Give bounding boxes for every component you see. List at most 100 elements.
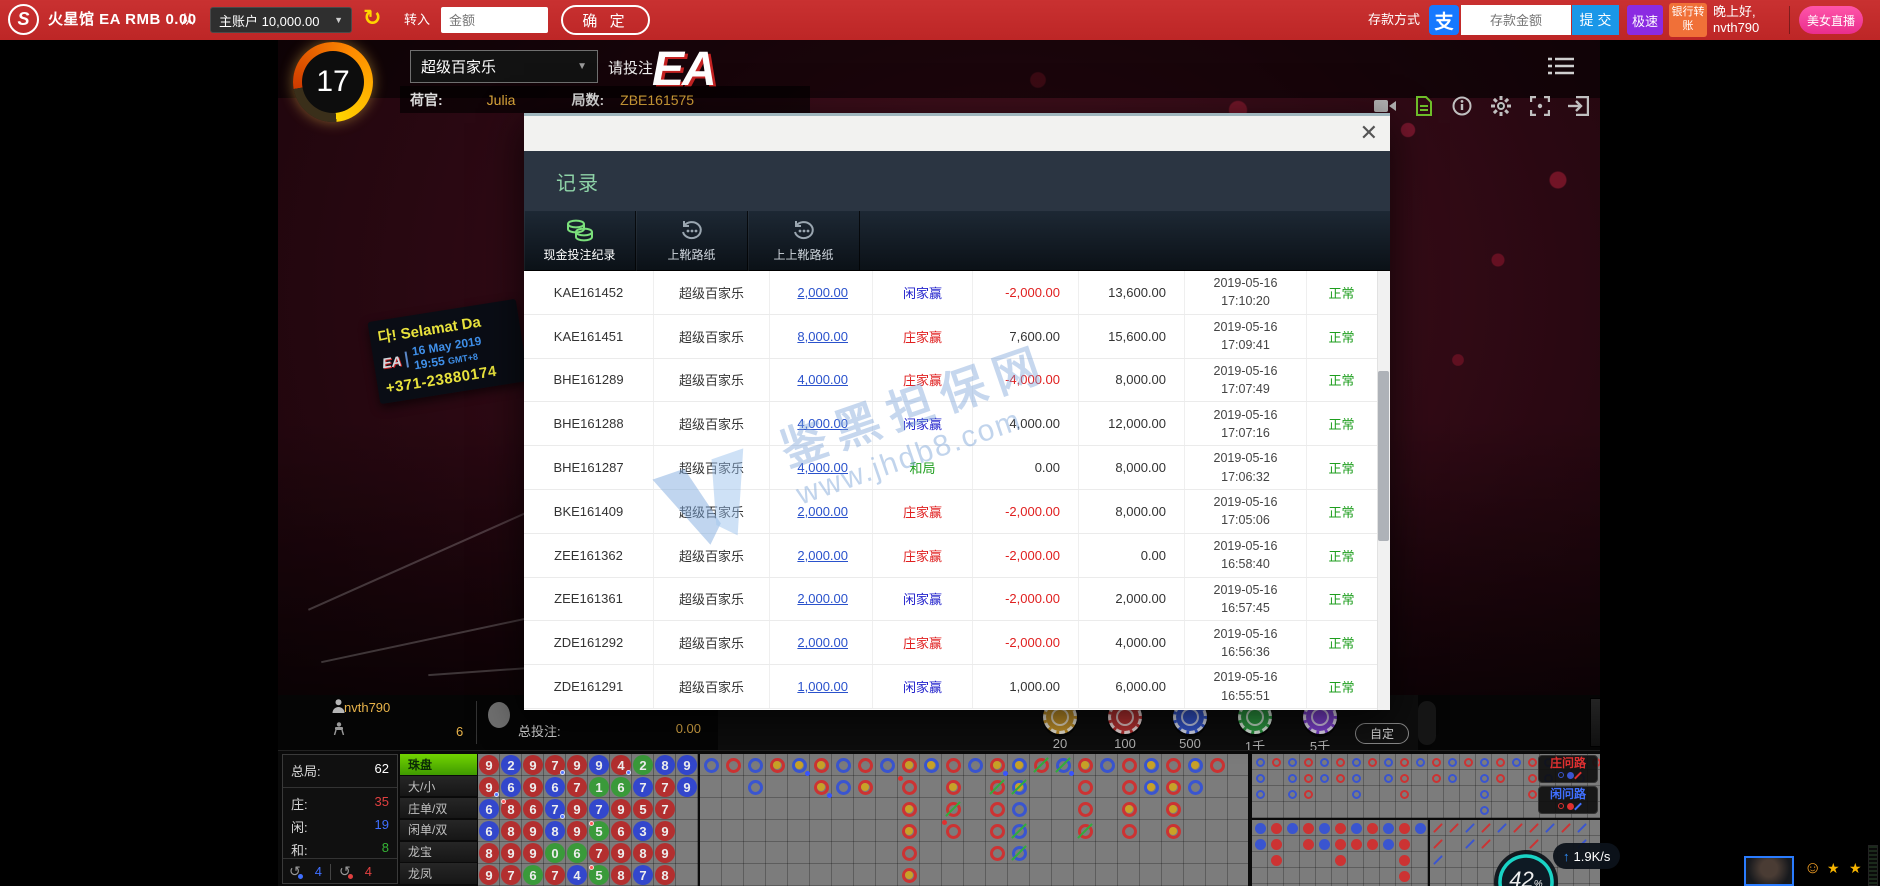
bead-cell: 9 <box>588 754 610 776</box>
settings-gear-icon[interactable] <box>1490 96 1512 116</box>
road-mark <box>1352 758 1361 767</box>
exit-table-icon[interactable] <box>1567 96 1589 116</box>
alipay-icon[interactable]: 支 <box>1429 5 1459 35</box>
menu-list-icon[interactable] <box>1548 56 1574 76</box>
confirm-bet-button[interactable]: ✔ <box>1590 698 1600 747</box>
deposit-amount-input[interactable] <box>1461 5 1571 35</box>
small-road-column <box>1380 820 1396 886</box>
chip-rack-scroll-handle[interactable] <box>1418 701 1436 745</box>
cell-game-name: 超级百家乐 <box>654 534 770 577</box>
network-speed-badge: ↑ 1.9K/s <box>1553 843 1620 869</box>
big-road-column <box>700 754 722 776</box>
round-label: 局数: <box>571 90 604 110</box>
records-document-icon[interactable] <box>1413 96 1435 116</box>
ask-player-road-button[interactable]: 闲问路 <box>1538 786 1598 814</box>
road-ring <box>1122 780 1137 795</box>
big-eye-column <box>1492 754 1508 818</box>
live-show-button[interactable]: 美女直播 <box>1799 6 1863 34</box>
bead-cell: 6 <box>610 776 632 798</box>
bead-result: 8 <box>501 821 521 841</box>
pair-dot <box>589 821 594 826</box>
bead-cell: 9 <box>478 776 500 798</box>
tab-现金投注纪录[interactable]: 现金投注纪录 <box>524 211 636 271</box>
logo-glyph: S <box>17 9 29 30</box>
fullscreen-icon[interactable] <box>1529 96 1551 116</box>
road-menu-龙宝[interactable]: 龙宝 <box>400 842 477 863</box>
refresh-balance-icon[interactable]: ↻ <box>363 5 381 31</box>
custom-chip-button[interactable]: 自定 <box>1355 723 1409 744</box>
road-mark <box>1448 758 1457 767</box>
big-eye-column <box>1284 754 1300 818</box>
bead-result: 9 <box>611 843 631 863</box>
bead-cell: 2 <box>500 754 522 776</box>
bead-result: 0 <box>545 843 565 863</box>
big-road-cell <box>788 754 810 776</box>
road-ring <box>1078 780 1093 795</box>
tie-count-label: 和: <box>291 840 308 859</box>
road-menu-闲单/双[interactable]: 闲单/双 <box>400 820 477 841</box>
big-road-cell <box>1118 776 1140 798</box>
road-menu-珠盘[interactable]: 珠盘 <box>400 754 477 775</box>
bet-amount-link[interactable]: 4,000.00 <box>797 416 848 431</box>
account-select[interactable]: 主账户 10,000.00 ▼ <box>210 7 352 33</box>
bead-result: 6 <box>611 821 631 841</box>
bank-transfer-button[interactable]: 银行转账 <box>1669 3 1707 37</box>
datetime-date: 2019-05-16 <box>1214 668 1278 686</box>
bet-amount-link[interactable]: 2,000.00 <box>797 635 848 650</box>
tab-上靴路纸[interactable]: 上靴路纸 <box>636 211 748 271</box>
transfer-in-label: 转入 <box>404 0 430 40</box>
modal-scrollbar[interactable] <box>1377 271 1390 710</box>
bet-amount-link[interactable]: 2,000.00 <box>797 504 848 519</box>
bet-amount-link[interactable]: 2,000.00 <box>797 548 848 563</box>
road-mark <box>1304 758 1313 767</box>
road-menu-庄单/双[interactable]: 庄单/双 <box>400 798 477 819</box>
big-road-column <box>1074 754 1096 842</box>
bead-cell <box>676 842 698 864</box>
bet-amount-link[interactable]: 2,000.00 <box>797 285 848 300</box>
ask-banker-road-button[interactable]: 庄问路 <box>1538 755 1598 783</box>
road-cell <box>1300 786 1316 802</box>
road-ring <box>990 824 1005 839</box>
dealer-video-thumbnail[interactable] <box>1744 856 1794 886</box>
bet-amount-link[interactable]: 8,000.00 <box>797 329 848 344</box>
bead-result: 7 <box>655 799 675 819</box>
emoji-face-icon[interactable]: ☺ <box>1804 858 1821 878</box>
road-cell <box>1526 820 1542 836</box>
road-ring <box>946 758 961 773</box>
road-menu-龙凤[interactable]: 龙凤 <box>400 863 477 884</box>
info-icon[interactable] <box>1452 96 1474 116</box>
road-mark <box>1480 758 1489 767</box>
round-stats-panel: 总局: 62 庄: 35 闲: 19 和: 8 ↺ 4 <box>282 754 398 884</box>
status-badge: 正常 <box>1328 283 1354 302</box>
bead-result: 6 <box>545 777 565 797</box>
star-icon[interactable]: ★ <box>1849 860 1862 877</box>
modal-scrollbar-thumb[interactable] <box>1378 371 1389 541</box>
chevron-down-icon: ▼ <box>334 15 343 25</box>
bet-amount-link[interactable]: 4,000.00 <box>797 460 848 475</box>
transfer-amount-input[interactable] <box>441 7 548 33</box>
tab-上上靴路纸[interactable]: 上上靴路纸 <box>748 211 860 271</box>
ask-banker-preview-icons <box>1539 770 1597 780</box>
game-selected-value: 超级百家乐 <box>421 56 496 77</box>
cell-bet-amount: 1,000.00 <box>770 665 873 708</box>
cell-status: 正常 <box>1307 402 1376 445</box>
road-menu-大/小[interactable]: 大/小 <box>400 776 477 797</box>
express-deposit-button[interactable]: 极速 <box>1627 5 1663 35</box>
big-road-cell <box>1008 776 1030 798</box>
tab-label: 上上靴路纸 <box>773 246 833 263</box>
big-road-cell <box>898 820 920 842</box>
transfer-confirm-button[interactable]: 确 定 <box>561 5 650 35</box>
road-ring <box>968 758 983 773</box>
close-icon[interactable]: ✕ <box>1360 120 1378 146</box>
star-icon[interactable]: ★ <box>1827 860 1840 877</box>
game-select[interactable]: 超级百家乐 ▼ <box>410 50 598 83</box>
bead-result: 9 <box>523 821 543 841</box>
bet-amount-link[interactable]: 2,000.00 <box>797 591 848 606</box>
bead-cell: 5 <box>588 864 610 886</box>
road-ring <box>726 758 741 773</box>
bet-amount-link[interactable]: 4,000.00 <box>797 372 848 387</box>
deposit-submit-button[interactable]: 提 交 <box>1572 5 1619 35</box>
big-eye-column <box>1460 754 1476 818</box>
big-road-cell <box>1184 776 1206 798</box>
bet-amount-link[interactable]: 1,000.00 <box>797 679 848 694</box>
